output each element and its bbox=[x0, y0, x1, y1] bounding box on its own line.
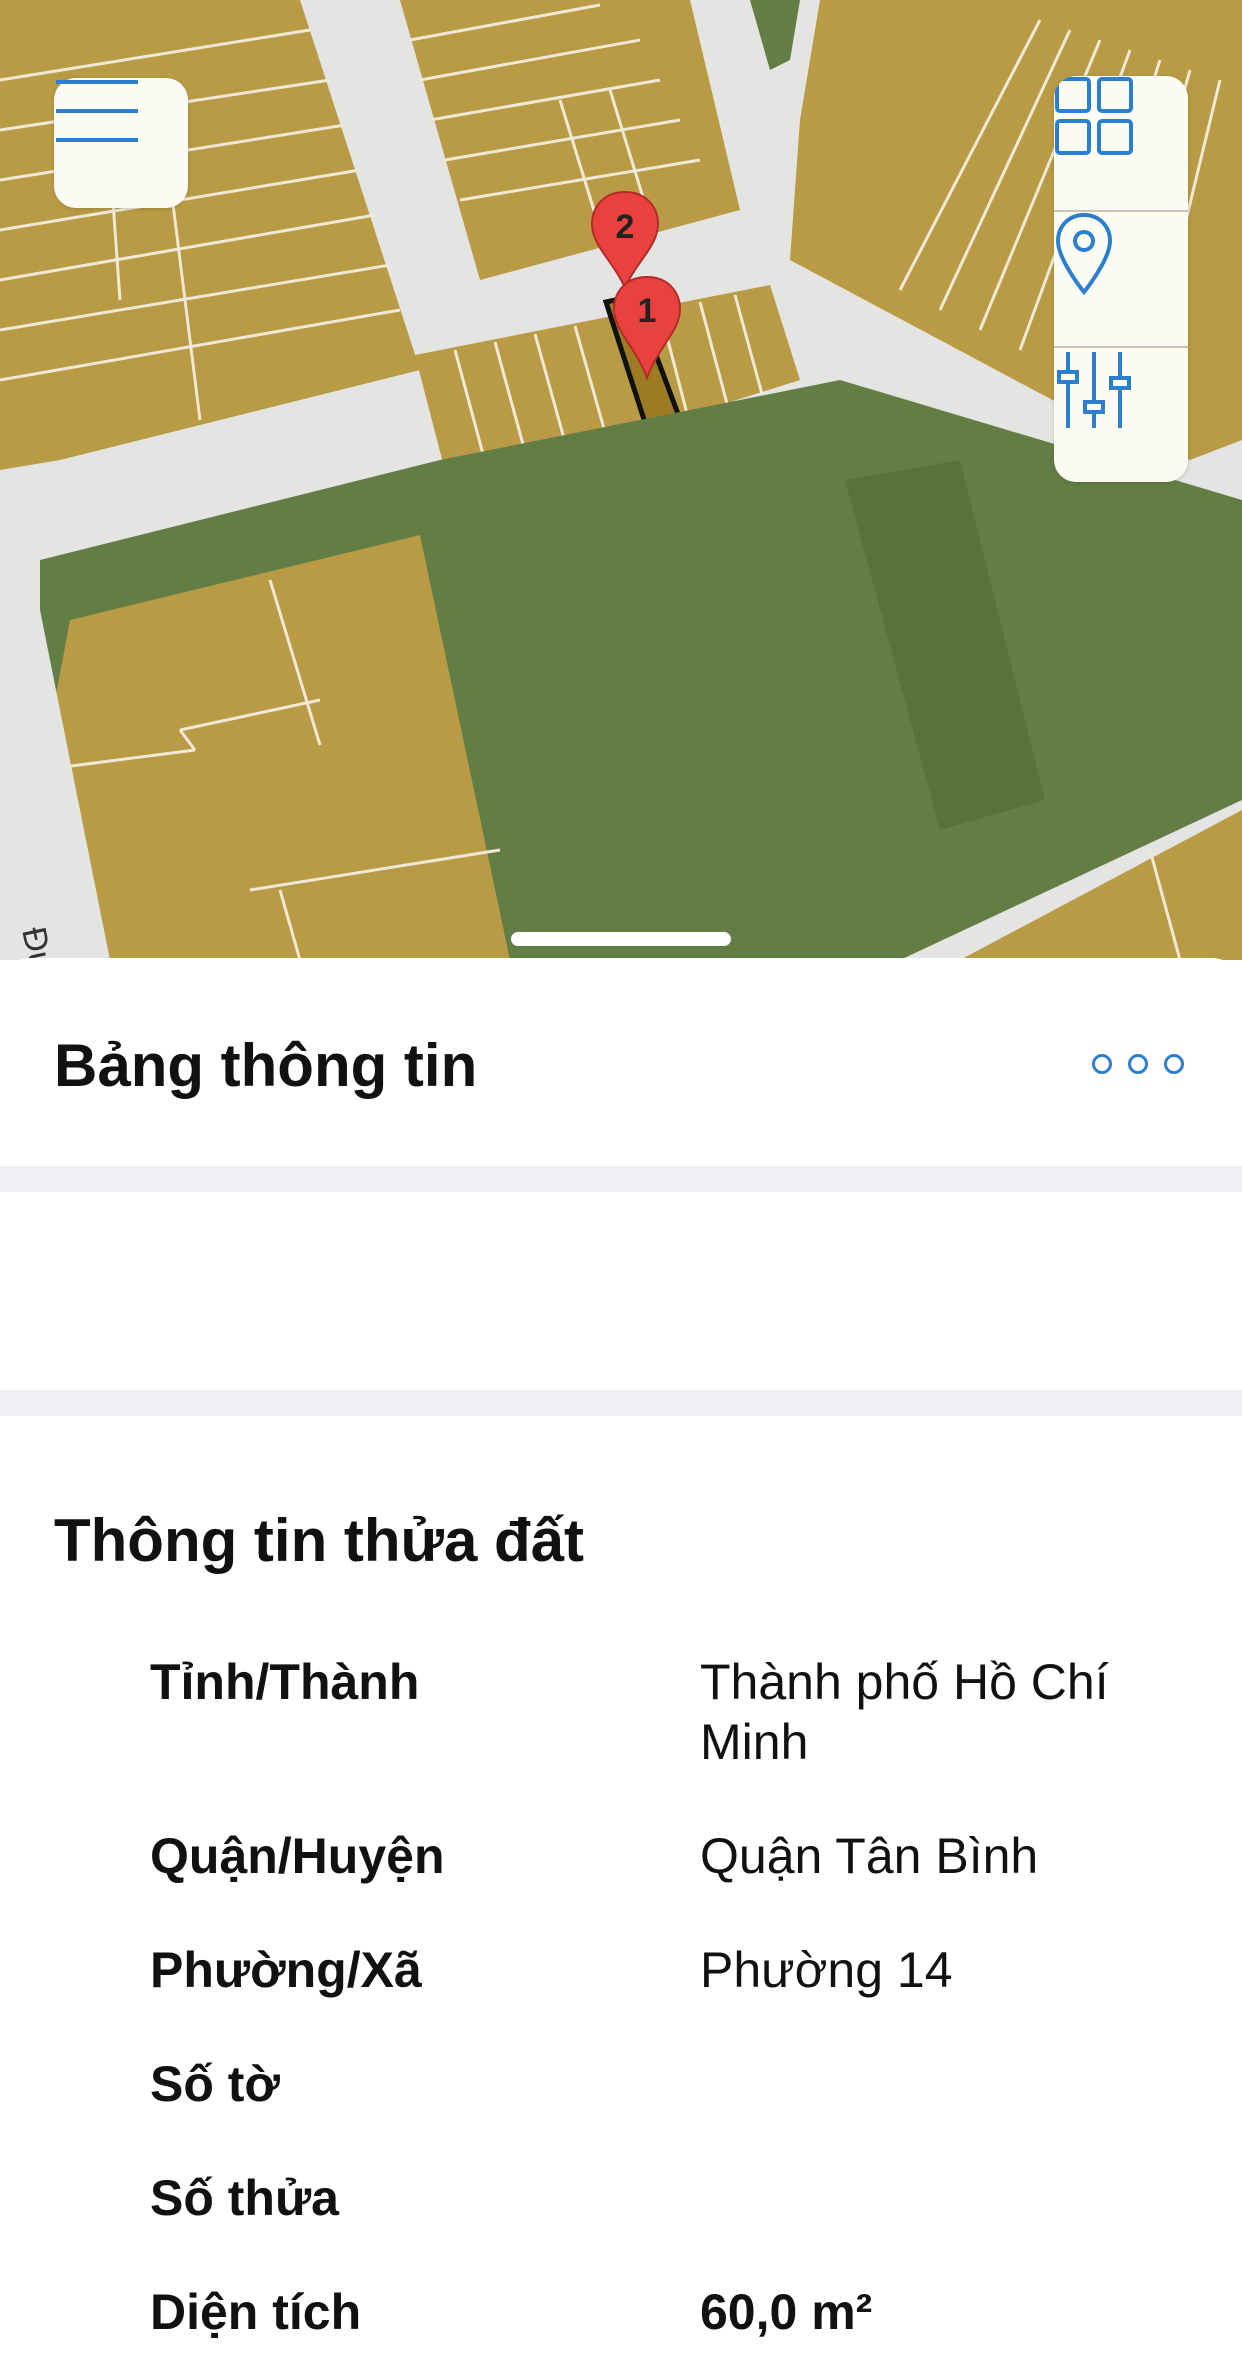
map-view[interactable]: Đườn 2 1 bbox=[0, 0, 1242, 960]
row-value-province: Thành phố Hồ Chí Minh bbox=[700, 1654, 1109, 1770]
row-label-district: Quận/Huyện bbox=[150, 1828, 445, 1884]
map-tools bbox=[1054, 76, 1188, 482]
more-horizontal-icon bbox=[1092, 1054, 1184, 1074]
row-label-area: Diện tích bbox=[150, 2284, 362, 2340]
row-value-district: Quận Tân Bình bbox=[700, 1828, 1039, 1884]
section-divider bbox=[0, 1166, 1242, 1192]
menu-button[interactable] bbox=[54, 78, 188, 208]
panel-title: Bảng thông tin bbox=[54, 1032, 478, 1099]
sheet-drag-handle[interactable] bbox=[511, 932, 731, 946]
filter-button[interactable] bbox=[1054, 348, 1188, 482]
row-value-ward: Phường 14 bbox=[700, 1942, 953, 1998]
location-pin-icon bbox=[1055, 212, 1113, 296]
row-label-parcel-number: Số thửa bbox=[150, 2170, 339, 2226]
row-label-province: Tỉnh/Thành bbox=[150, 1654, 420, 1710]
section-divider bbox=[0, 1390, 1242, 1416]
location-button[interactable] bbox=[1054, 212, 1188, 346]
section-title: Thông tin thửa đất bbox=[54, 1507, 585, 1574]
row-label-sheet-number: Số tờ bbox=[150, 2056, 280, 2112]
row-label-ward: Phường/Xã bbox=[150, 1942, 422, 1998]
more-options-button[interactable] bbox=[1092, 1046, 1184, 1082]
grid-layers-icon bbox=[1055, 77, 1133, 155]
marker-2-label: 2 bbox=[616, 208, 635, 246]
sliders-icon bbox=[1057, 352, 1131, 428]
layers-button[interactable] bbox=[1054, 76, 1188, 210]
hamburger-menu-icon bbox=[56, 80, 138, 142]
row-value-area: 60,0 m² bbox=[700, 2284, 873, 2340]
marker-1-label: 1 bbox=[638, 292, 657, 330]
